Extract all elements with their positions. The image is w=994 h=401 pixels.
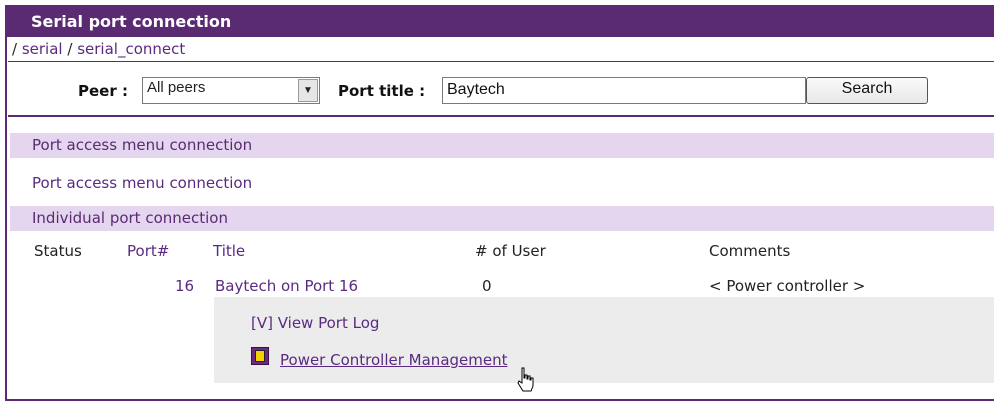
power-controller-management-link[interactable]: Power Controller Management (280, 351, 507, 369)
column-header-port[interactable]: Port# (127, 242, 169, 260)
port-actions-panel (214, 297, 994, 383)
peer-select-value: All peers (147, 79, 206, 96)
peer-select[interactable]: All peers ▼ (142, 77, 320, 104)
power-controller-icon[interactable] (251, 347, 269, 365)
user-count: 0 (482, 277, 492, 295)
page-title: Serial port connection (5, 5, 994, 37)
column-header-comments: Comments (709, 242, 791, 260)
breadcrumb-serial[interactable]: serial (22, 40, 63, 58)
hand-pointer-icon (517, 367, 534, 392)
port-title-input[interactable]: Baytech (442, 77, 806, 104)
port-title-link[interactable]: Baytech on Port 16 (215, 277, 358, 295)
port-access-section-header: Port access menu connection (10, 133, 994, 158)
breadcrumb-separator: / (12, 40, 18, 58)
column-header-status: Status (34, 242, 82, 260)
column-header-users: # of User (475, 242, 546, 260)
breadcrumb-separator: / (67, 40, 73, 58)
breadcrumb-serial-connect[interactable]: serial_connect (77, 40, 185, 58)
search-button[interactable]: Search (806, 77, 928, 104)
individual-port-section-header: Individual port connection (10, 206, 994, 231)
column-header-title[interactable]: Title (213, 242, 245, 260)
view-port-log-link[interactable]: [V] View Port Log (251, 314, 379, 332)
port-number[interactable]: 16 (175, 277, 194, 295)
search-bar: Peer : All peers ▼ Port title : Baytech … (8, 63, 994, 117)
chevron-down-icon[interactable]: ▼ (298, 79, 318, 102)
breadcrumb: / serial / serial_connect (8, 40, 994, 62)
peer-label: Peer : (78, 82, 128, 100)
port-access-menu-link[interactable]: Port access menu connection (32, 174, 252, 192)
port-comment: < Power controller > (709, 277, 866, 295)
port-title-label: Port title : (338, 82, 426, 100)
